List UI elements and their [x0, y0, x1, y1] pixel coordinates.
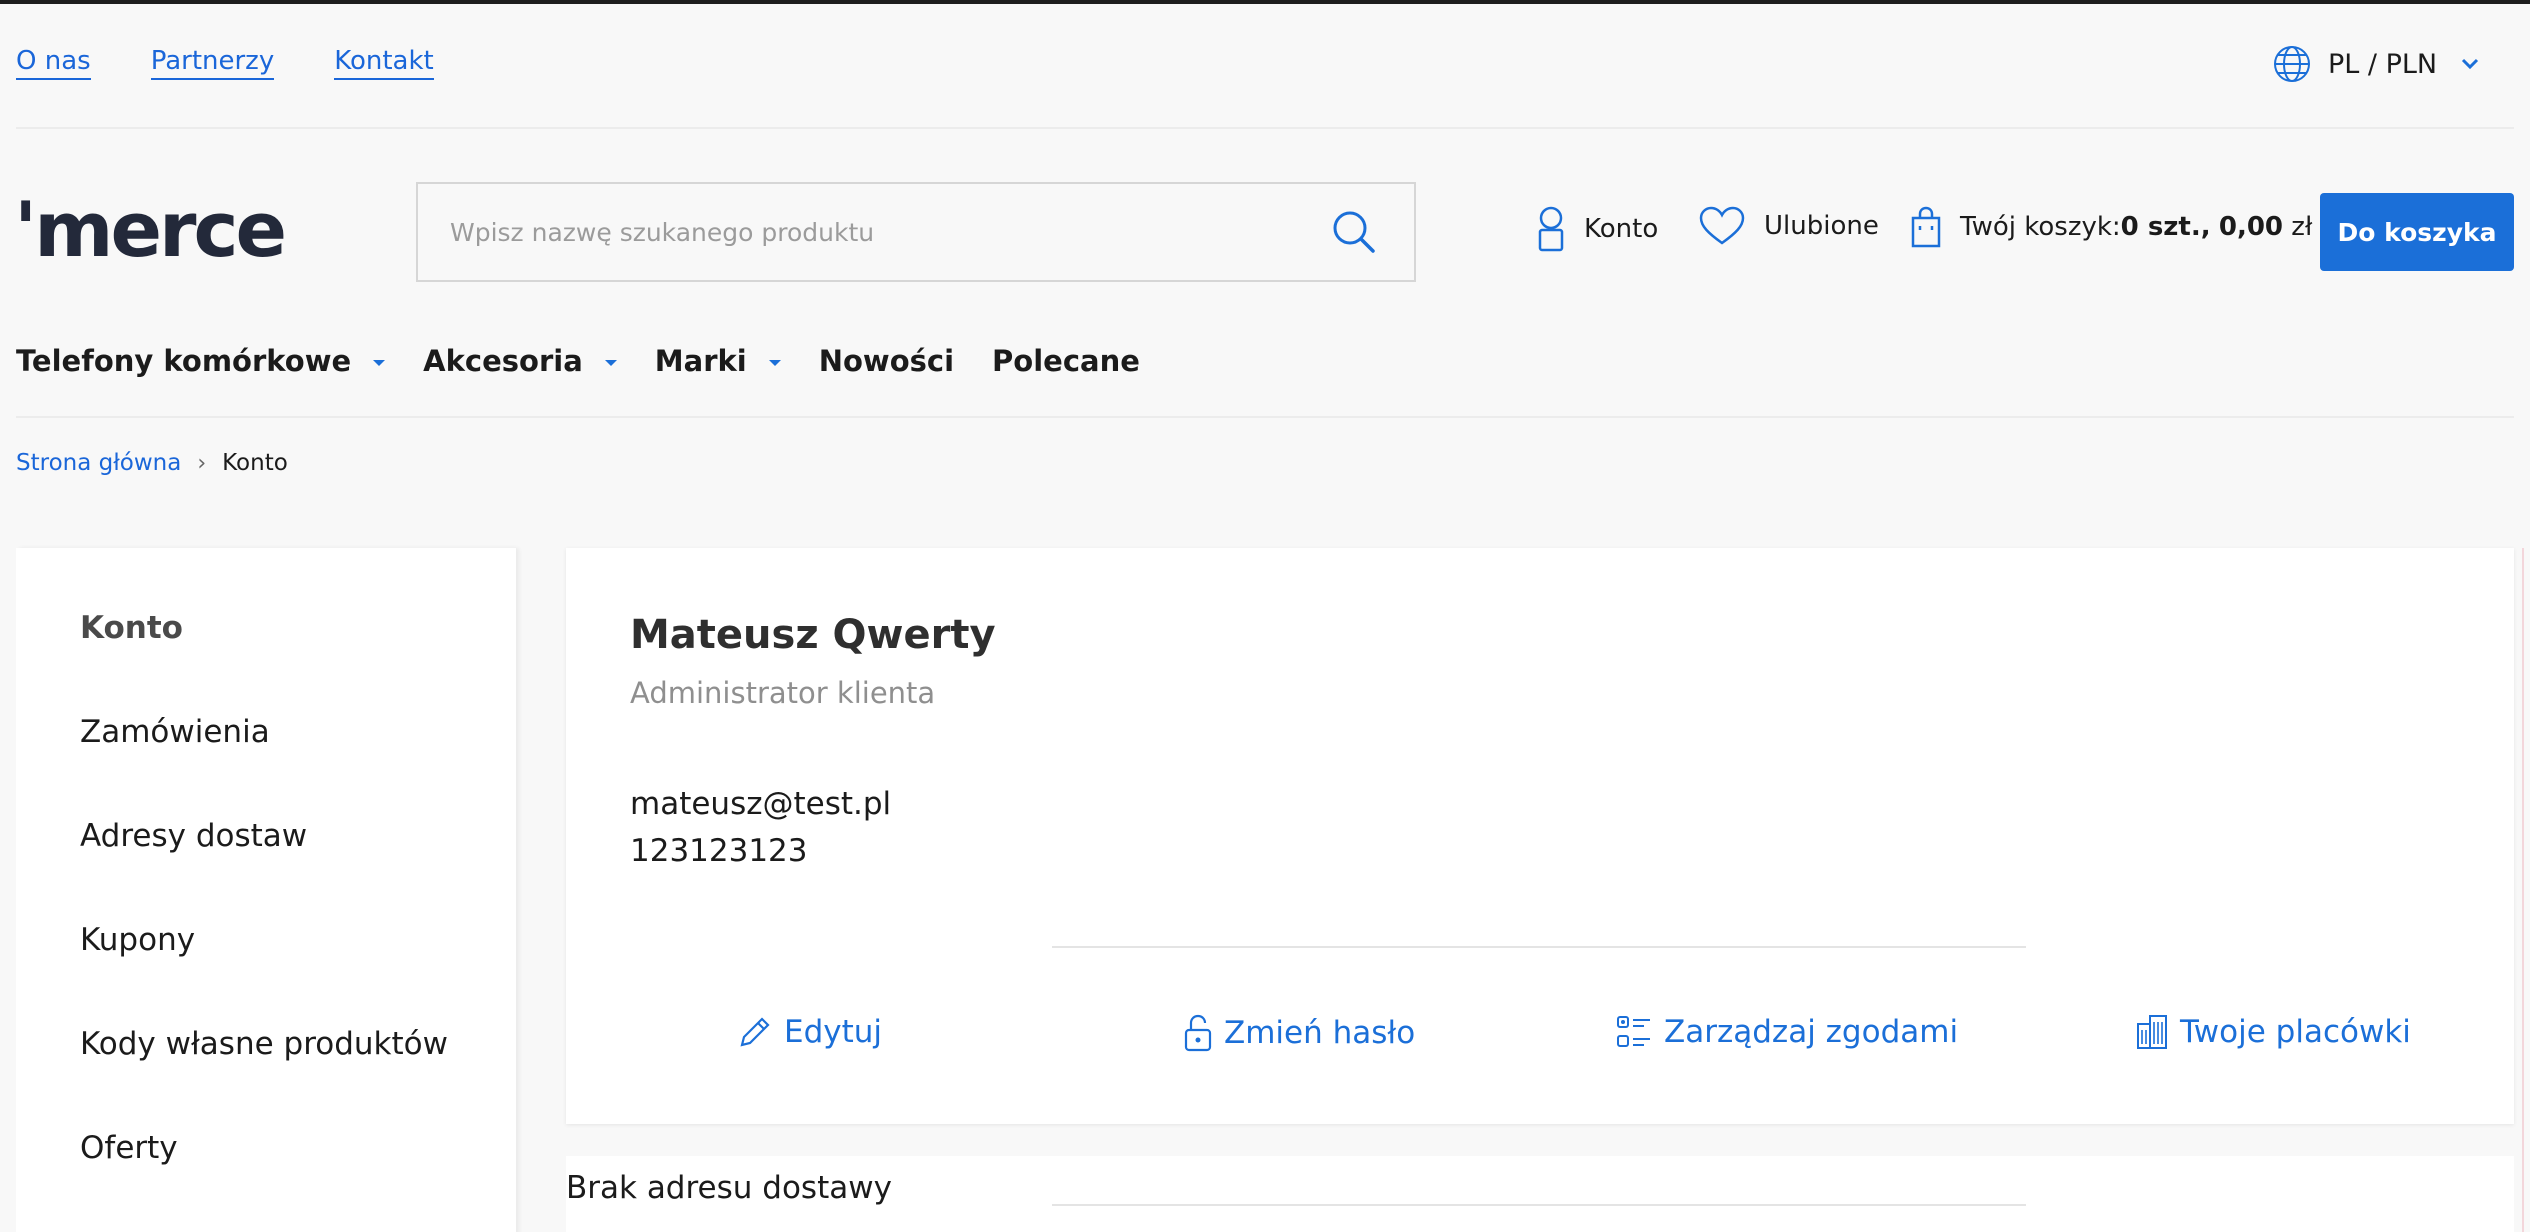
building-icon: [2137, 1015, 2167, 1049]
nav-polecane[interactable]: Polecane: [992, 344, 1140, 378]
lock-icon: [1184, 1014, 1212, 1052]
language-currency-selector[interactable]: PL / PLN: [2272, 44, 2479, 84]
profile-email: mateusz@test.pl: [630, 786, 892, 822]
go-to-cart-button[interactable]: Do koszyka: [2320, 193, 2514, 271]
nav-label: Akcesoria: [423, 344, 583, 378]
caret-down-icon: [768, 360, 781, 366]
profile-role: Administrator klienta: [630, 676, 936, 710]
change-password-button[interactable]: Zmień hasło: [1184, 1014, 1415, 1052]
checklist-icon: [1617, 1016, 1650, 1047]
cart-prefix: Twój koszyk:: [1960, 212, 2121, 242]
manage-consents-button[interactable]: Zarządzaj zgodami: [1616, 1014, 1958, 1050]
breadcrumb-separator: ›: [197, 450, 207, 476]
nav-label: Nowości: [818, 344, 955, 378]
sidebar-item-konto[interactable]: Konto: [80, 610, 183, 646]
sidebar-item-zamowienia[interactable]: Zamówienia: [80, 714, 270, 750]
search-bar: [416, 182, 1416, 282]
caret-down-icon: [604, 360, 617, 366]
edit-label: Edytuj: [784, 1014, 883, 1050]
caret-down-icon: [373, 360, 386, 366]
globe-icon: [2274, 46, 2310, 82]
pencil-icon: [740, 1017, 770, 1047]
search-input[interactable]: [418, 184, 1330, 280]
chevron-down-icon: [2462, 58, 2479, 70]
breadcrumb-current: Konto: [222, 450, 288, 476]
breadcrumb: Strona główna › Konto: [16, 450, 288, 476]
favorites-link[interactable]: Ulubione: [1698, 206, 1879, 246]
top-links: O nas Partnerzy Kontakt: [16, 46, 434, 80]
divider: [1052, 1204, 2026, 1206]
nav-label: Telefony komórkowe: [16, 344, 352, 378]
cart-currency: zł: [2291, 212, 2313, 242]
profile-name: Mateusz Qwerty: [630, 612, 996, 658]
edge-divider: [2522, 548, 2524, 1232]
cart-count: 0 szt.,: [2120, 212, 2211, 242]
nav-nowosci[interactable]: Nowości: [819, 344, 954, 378]
sidebar-item-kody[interactable]: Kody własne produktów: [80, 1026, 448, 1062]
user-icon: [1538, 206, 1564, 252]
link-o-nas[interactable]: O nas: [16, 46, 91, 80]
sidebar-item-adresy[interactable]: Adresy dostaw: [80, 818, 307, 854]
link-kontakt[interactable]: Kontakt: [334, 46, 434, 80]
breadcrumb-home[interactable]: Strona główna: [16, 450, 181, 476]
nav-marki[interactable]: Marki: [655, 344, 781, 378]
sidebar-item-kupony[interactable]: Kupony: [80, 922, 195, 958]
locations-label: Twoje placówki: [2180, 1014, 2411, 1050]
nav-akcesoria[interactable]: Akcesoria: [423, 344, 617, 378]
main-nav: Telefony komórkowe Akcesoria Marki Nowoś…: [16, 344, 1140, 378]
sidebar-item-oferty[interactable]: Oferty: [80, 1130, 178, 1166]
change-password-label: Zmień hasło: [1224, 1015, 1416, 1051]
account-link[interactable]: Konto: [1536, 206, 1658, 252]
profile-card: Mateusz Qwerty Administrator klienta mat…: [566, 548, 2514, 1124]
profile-phone: 123123123: [630, 833, 808, 869]
link-partnerzy[interactable]: Partnerzy: [150, 46, 275, 80]
manage-consents-label: Zarządzaj zgodami: [1664, 1014, 1959, 1050]
search-icon[interactable]: [1330, 208, 1378, 256]
locations-button[interactable]: Twoje placówki: [2136, 1014, 2411, 1050]
cart-summary[interactable]: Twój koszyk:0 szt., 0,00 zł: [1910, 206, 2312, 248]
shopping-bag-icon: [1911, 206, 1941, 248]
edit-button[interactable]: Edytuj: [738, 1014, 882, 1050]
cart-total: 0,00: [2218, 212, 2284, 242]
account-label: Konto: [1584, 214, 1659, 244]
favorites-label: Ulubione: [1764, 211, 1879, 241]
delivery-card: Brak adresu dostawy: [566, 1156, 2514, 1232]
top-border: [0, 0, 2530, 4]
divider: [1052, 946, 2026, 948]
heart-icon: [1699, 206, 1745, 245]
divider: [16, 127, 2514, 129]
logo[interactable]: 'merce: [14, 192, 287, 268]
cart-text: Twój koszyk:0 szt., 0,00 zł: [1960, 212, 2312, 242]
lang-label: PL / PLN: [2328, 48, 2438, 80]
divider: [16, 416, 2514, 418]
nav-label: Marki: [654, 344, 747, 378]
account-sidebar: Konto Zamówienia Adresy dostaw Kupony Ko…: [16, 548, 516, 1232]
nav-label: Polecane: [992, 344, 1140, 378]
nav-telefony[interactable]: Telefony komórkowe: [16, 344, 386, 378]
no-delivery-address-text: Brak adresu dostawy: [566, 1170, 892, 1206]
